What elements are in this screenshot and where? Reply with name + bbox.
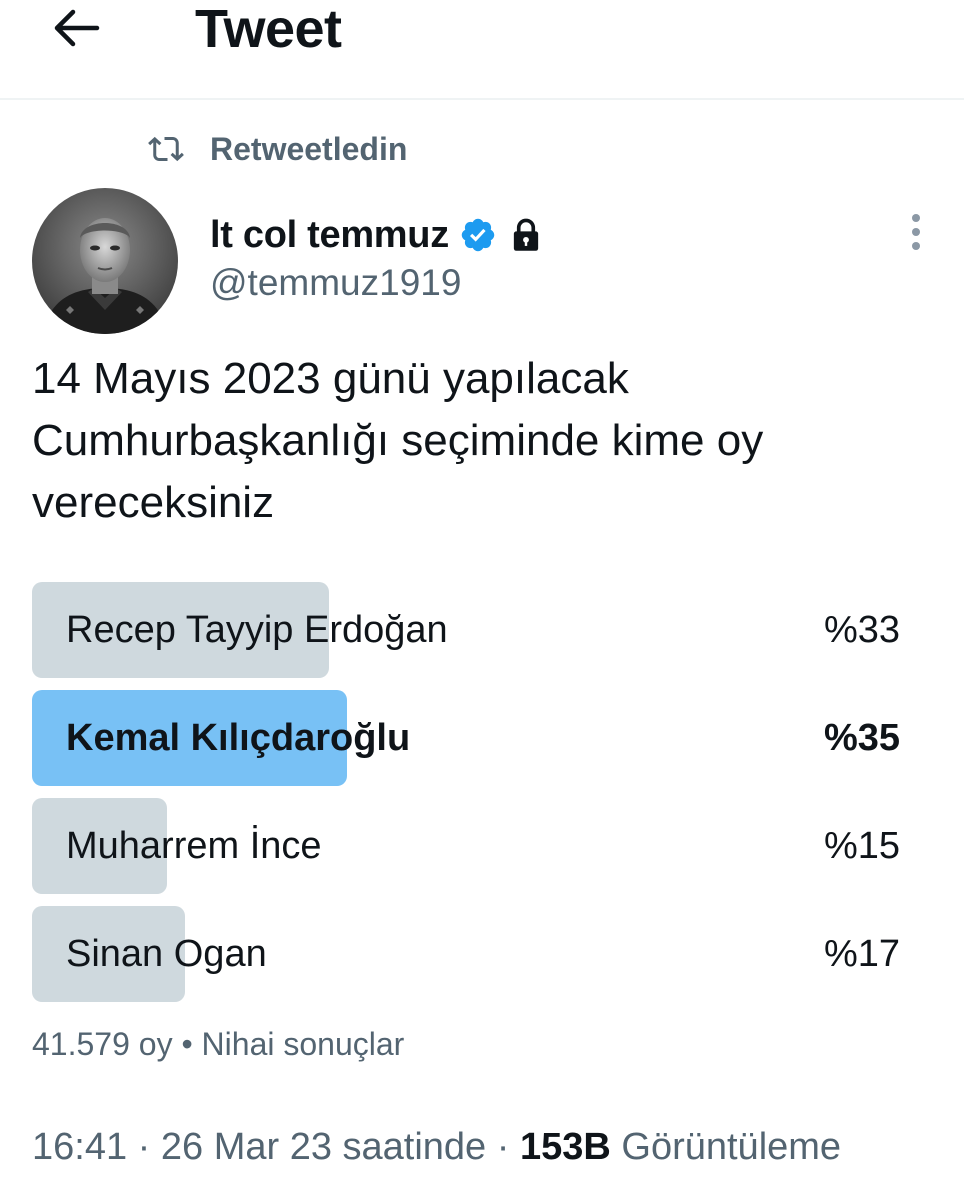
poll-status: Nihai sonuçlar (201, 1026, 405, 1062)
poll-option: Sinan Ogan %17 (32, 906, 900, 1002)
display-name[interactable]: lt col temmuz (210, 214, 449, 257)
views-label: Görüntüleme (621, 1126, 842, 1168)
tweet-time[interactable]: 16:41 (32, 1126, 127, 1168)
page-title: Tweet (195, 0, 342, 59)
poll-option: Kemal Kılıçdaroğlu %35 (32, 690, 900, 786)
lock-icon (513, 218, 539, 251)
retweet-context: Retweetledin (148, 128, 407, 170)
poll-option-percent: %15 (823, 825, 900, 867)
tweet-text: 14 Mayıs 2023 günü yapılacak Cumhurbaşka… (32, 354, 764, 527)
tweet-header: Tweet (0, 0, 964, 100)
retweet-icon (148, 136, 184, 162)
avatar-image (32, 188, 178, 334)
poll-meta: 41.579 oy • Nihai sonuçlar (32, 1026, 404, 1063)
timestamp-separator: · (137, 1126, 151, 1168)
username[interactable]: @temmuz1919 (210, 262, 461, 304)
retweet-context-label: Retweetledin (210, 130, 408, 167)
poll-option-percent: %33 (823, 609, 900, 651)
poll-option-label: Recep Tayyip Erdoğan (66, 609, 448, 651)
poll-option: Muharrem İnce %15 (32, 798, 900, 894)
poll-option-label: Muharrem İnce (66, 825, 322, 867)
avatar[interactable] (32, 188, 178, 334)
timestamp-separator: · (496, 1126, 510, 1168)
arrow-left-icon (54, 9, 100, 47)
back-button[interactable] (48, 4, 104, 52)
poll-meta-separator: • (181, 1026, 193, 1062)
poll-option-label: Kemal Kılıçdaroğlu (66, 717, 411, 759)
poll-vote-count: 41.579 oy (32, 1026, 173, 1062)
tweet-timestamp-row: 16:41 · 26 Mar 23 saatinde · 153B Görünt… (32, 1126, 841, 1169)
views-count: 153B (519, 1126, 611, 1168)
poll-option-label: Sinan Ogan (66, 933, 267, 975)
more-options-button[interactable] (898, 208, 934, 256)
poll: Recep Tayyip Erdoğan %33 Kemal Kılıçdaro… (32, 582, 900, 1014)
poll-option: Recep Tayyip Erdoğan %33 (32, 582, 900, 678)
poll-option-percent: %35 (823, 717, 900, 759)
author-name-row[interactable]: lt col temmuz (210, 210, 541, 260)
more-vertical-icon (912, 214, 920, 250)
poll-option-percent: %17 (823, 933, 900, 975)
verified-badge-icon (461, 218, 495, 252)
tweet-date[interactable]: 26 Mar 23 saatinde (161, 1126, 486, 1168)
